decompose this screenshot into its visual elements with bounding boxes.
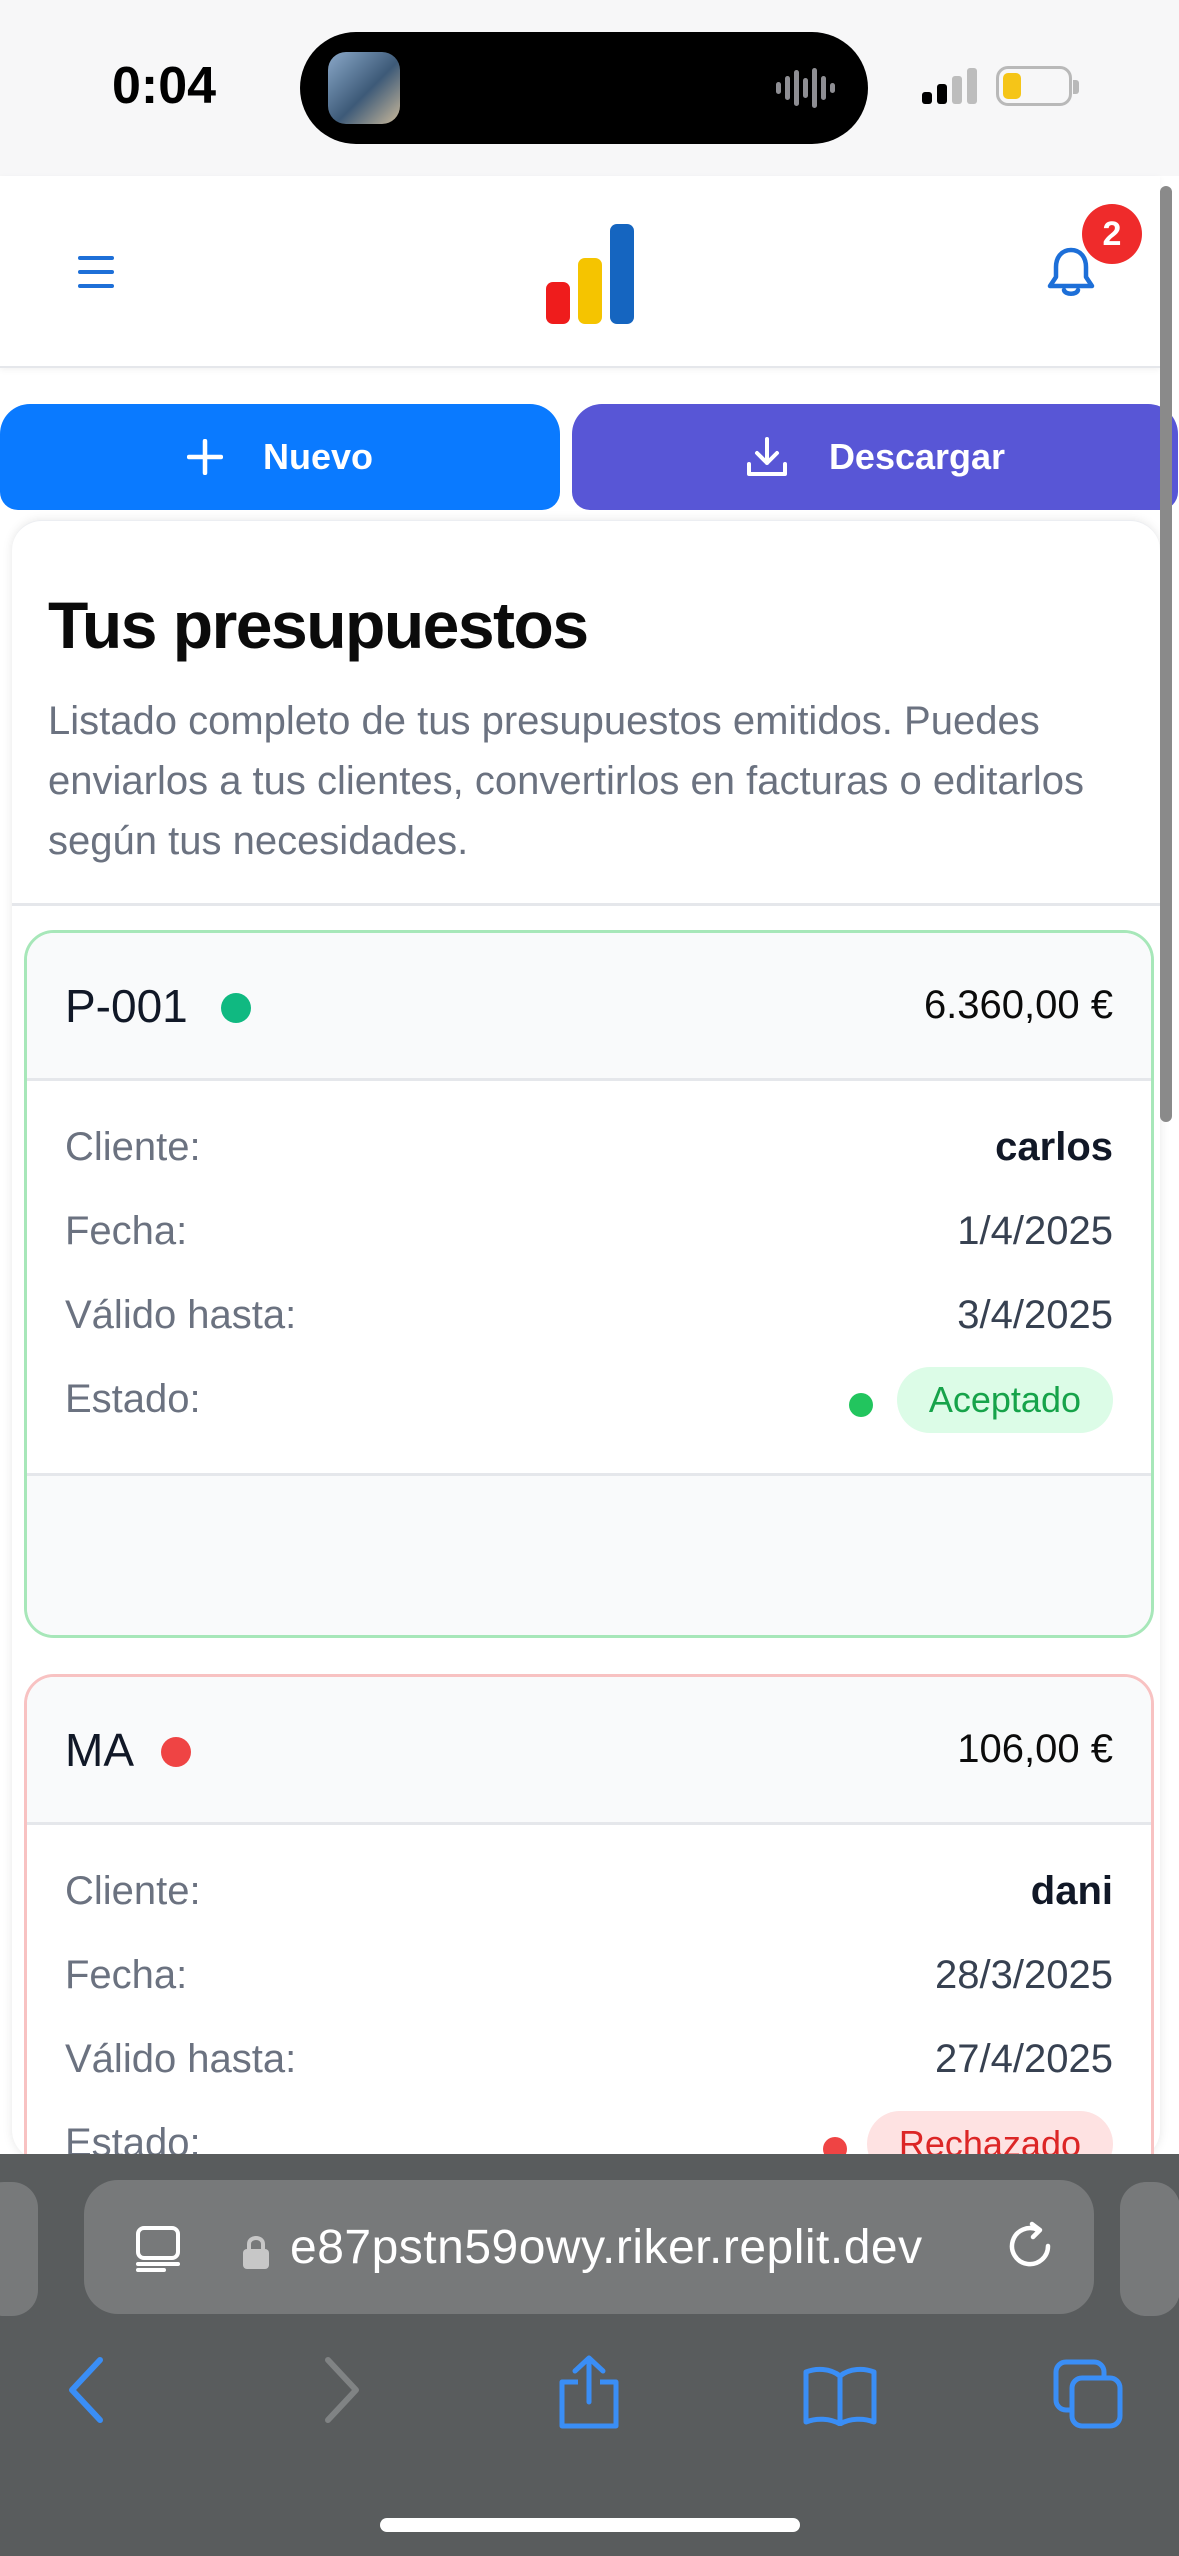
tabs-icon[interactable]	[1052, 2358, 1124, 2430]
cellular-signal-icon	[922, 68, 977, 104]
audio-wave-icon	[776, 68, 835, 108]
valid-until-value: 27/4/2025	[935, 2037, 1113, 2081]
battery-cap	[1073, 80, 1079, 94]
client-value: carlos	[995, 1125, 1113, 1169]
status-time: 0:04	[112, 57, 217, 115]
new-quote-label: Nuevo	[262, 436, 374, 477]
client-value: dani	[1030, 1869, 1113, 1913]
valid-until-row: Válido hasta: 3/4/2025	[65, 1293, 1113, 1353]
quote-card-header: MA 106,00 €	[27, 1677, 1151, 1825]
divider	[12, 903, 1160, 906]
share-icon[interactable]	[556, 2354, 622, 2430]
client-row: Cliente: carlos	[65, 1125, 1113, 1185]
client-label: Cliente:	[65, 1125, 201, 1169]
download-label: Descargar	[828, 436, 1006, 477]
next-tab-peek[interactable]	[1120, 2182, 1179, 2316]
browser-toolbar: e87pstn59owy.riker.replit.dev	[0, 2154, 1179, 2556]
quote-amount: 106,00 €	[957, 1727, 1113, 1771]
date-value: 1/4/2025	[957, 1209, 1113, 1253]
now-playing-avatar	[328, 52, 400, 124]
reload-icon[interactable]	[1004, 2220, 1056, 2272]
date-row: Fecha: 1/4/2025	[65, 1209, 1113, 1269]
status-dot	[161, 1737, 191, 1767]
lock-icon	[243, 2236, 269, 2269]
valid-until-row: Válido hasta: 27/4/2025	[65, 2037, 1113, 2097]
quote-card-header: P-001 6.360,00 €	[27, 933, 1151, 1081]
quote-card[interactable]: P-001 6.360,00 € Cliente: carlos Fecha: …	[24, 930, 1154, 1638]
dynamic-island	[300, 32, 868, 144]
new-quote-button[interactable]: Nuevo	[0, 404, 560, 510]
valid-until-label: Válido hasta:	[65, 2037, 297, 2081]
quote-card-footer	[27, 1473, 1151, 1635]
hamburger-menu-icon[interactable]	[74, 254, 118, 290]
quote-amount: 6.360,00 €	[923, 983, 1113, 1027]
bookmarks-icon[interactable]	[802, 2364, 878, 2426]
forward-icon[interactable]	[320, 2354, 364, 2426]
address-bar[interactable]: e87pstn59owy.riker.replit.dev	[84, 2180, 1094, 2314]
url-text: e87pstn59owy.riker.replit.dev	[290, 2221, 923, 2274]
download-icon	[746, 437, 787, 476]
bar-chart-logo[interactable]	[546, 224, 636, 324]
date-label: Fecha:	[65, 1953, 188, 1997]
date-row: Fecha: 28/3/2025	[65, 1953, 1113, 2013]
status-badge: Aceptado	[896, 1367, 1113, 1433]
home-indicator[interactable]	[380, 2518, 800, 2532]
status-label: Estado:	[65, 1377, 201, 1421]
status-dot	[221, 993, 251, 1023]
page-description: Listado completo de tus presupuestos emi…	[48, 699, 1085, 863]
date-value: 28/3/2025	[935, 1953, 1113, 1997]
client-row: Cliente: dani	[65, 1869, 1113, 1929]
download-button[interactable]: Descargar	[572, 404, 1178, 510]
status-row: Estado: Aceptado	[65, 1367, 1113, 1437]
page-title: Tus presupuestos	[48, 588, 589, 662]
client-label: Cliente:	[65, 1869, 201, 1913]
page-menu-icon[interactable]	[134, 2224, 182, 2272]
date-label: Fecha:	[65, 1209, 188, 1253]
page-scrollbar[interactable]	[1160, 186, 1172, 1122]
battery-icon	[996, 66, 1072, 106]
previous-tab-peek[interactable]	[0, 2182, 38, 2316]
quote-id: MA	[65, 1724, 134, 1776]
status-indicator-dot	[849, 1393, 873, 1417]
status-bar: 0:04	[0, 0, 1179, 176]
quote-id: P-001	[65, 980, 188, 1032]
notification-badge[interactable]: 2	[1082, 204, 1142, 264]
valid-until-value: 3/4/2025	[957, 1293, 1113, 1337]
valid-until-label: Válido hasta:	[65, 1293, 297, 1337]
app-header: 2	[0, 176, 1160, 368]
back-icon[interactable]	[64, 2354, 108, 2426]
plus-icon	[186, 439, 223, 475]
